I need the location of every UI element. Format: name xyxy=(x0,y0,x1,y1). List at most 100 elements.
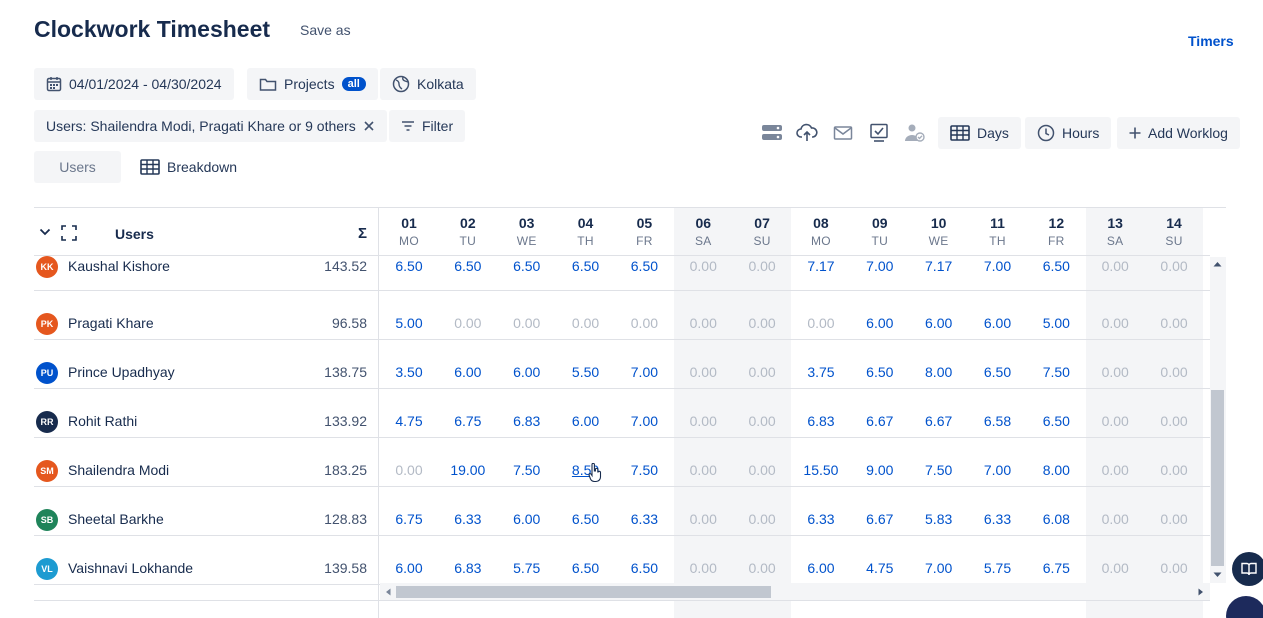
expand-fullscreen-icon[interactable] xyxy=(61,225,77,241)
scroll-left-arrow-icon[interactable] xyxy=(385,588,391,596)
hours-cell[interactable]: 0.00 xyxy=(439,315,497,331)
hours-cell[interactable]: 7.17 xyxy=(792,258,850,274)
hours-cell[interactable]: 5.75 xyxy=(969,560,1027,576)
hours-cell[interactable]: 4.75 xyxy=(851,560,909,576)
hours-cell[interactable]: 0.00 xyxy=(1086,511,1144,527)
user-name[interactable]: Pragati Khare xyxy=(68,315,154,331)
hours-cell[interactable]: 6.00 xyxy=(498,511,556,527)
hours-cell[interactable]: 3.75 xyxy=(792,364,850,380)
hours-cell[interactable]: 6.50 xyxy=(969,364,1027,380)
email-button[interactable] xyxy=(827,117,859,149)
hours-cell[interactable]: 6.50 xyxy=(557,258,615,274)
vertical-scrollbar-thumb[interactable] xyxy=(1211,390,1224,566)
date-range-picker[interactable]: 04/01/2024 - 04/30/2024 xyxy=(34,68,234,100)
hours-cell[interactable]: 6.08 xyxy=(1027,511,1085,527)
hours-cell[interactable]: 0.00 xyxy=(674,413,732,429)
hours-cell[interactable]: 0.00 xyxy=(733,560,791,576)
scroll-down-arrow-icon[interactable] xyxy=(1213,572,1222,578)
hours-cell[interactable]: 5.00 xyxy=(380,315,438,331)
hours-cell[interactable]: 15.50 xyxy=(792,462,850,478)
hours-cell[interactable]: 6.67 xyxy=(851,413,909,429)
hours-cell[interactable]: 7.50 xyxy=(1027,364,1085,380)
hours-cell[interactable]: 6.33 xyxy=(615,511,673,527)
hours-cell[interactable]: 6.00 xyxy=(439,364,497,380)
hours-cell[interactable]: 0.00 xyxy=(557,315,615,331)
hours-cell[interactable]: 8.50 xyxy=(557,462,615,478)
hours-cell[interactable]: 0.00 xyxy=(1145,258,1203,274)
group-by-users-tab[interactable]: Users xyxy=(34,151,121,183)
hours-cell[interactable]: 7.00 xyxy=(969,258,1027,274)
report-button[interactable] xyxy=(863,117,895,149)
hours-cell[interactable]: 7.50 xyxy=(498,462,556,478)
hours-cell[interactable]: 0.00 xyxy=(1145,413,1203,429)
hours-cell[interactable]: 6.33 xyxy=(439,511,497,527)
days-button[interactable]: Days xyxy=(938,117,1021,149)
hours-cell[interactable]: 0.00 xyxy=(674,315,732,331)
hours-cell[interactable]: 7.00 xyxy=(851,258,909,274)
hours-cell[interactable]: 6.50 xyxy=(615,560,673,576)
hours-cell[interactable]: 0.00 xyxy=(498,315,556,331)
hours-cell[interactable]: 0.00 xyxy=(733,258,791,274)
projects-button[interactable]: Projects all xyxy=(247,68,378,100)
hours-cell[interactable]: 4.75 xyxy=(380,413,438,429)
hours-cell[interactable]: 8.00 xyxy=(910,364,968,380)
scroll-up-arrow-icon[interactable] xyxy=(1213,261,1222,267)
hours-cell[interactable]: 7.50 xyxy=(910,462,968,478)
user-name[interactable]: Rohit Rathi xyxy=(68,413,137,429)
users-column-header[interactable]: Users xyxy=(115,226,154,242)
user-name[interactable]: Sheetal Barkhe xyxy=(68,511,164,527)
hours-cell[interactable]: 6.50 xyxy=(1027,413,1085,429)
save-as-button[interactable]: Save as xyxy=(300,22,351,38)
hours-cell[interactable]: 0.00 xyxy=(674,462,732,478)
hours-cell[interactable]: 7.17 xyxy=(910,258,968,274)
timers-link[interactable]: Timers xyxy=(1188,33,1234,49)
hours-cell[interactable]: 7.00 xyxy=(910,560,968,576)
user-name[interactable]: Kaushal Kishore xyxy=(68,258,170,274)
hours-cell[interactable]: 0.00 xyxy=(1086,315,1144,331)
hours-cell[interactable]: 6.50 xyxy=(615,258,673,274)
hours-cell[interactable]: 6.00 xyxy=(498,364,556,380)
hours-cell[interactable]: 5.50 xyxy=(557,364,615,380)
hours-cell[interactable]: 6.50 xyxy=(439,258,497,274)
toggle-rows-button[interactable] xyxy=(756,117,788,149)
hours-cell[interactable]: 6.83 xyxy=(792,413,850,429)
hours-cell[interactable]: 0.00 xyxy=(1086,462,1144,478)
hours-cell[interactable]: 0.00 xyxy=(1086,413,1144,429)
hours-cell[interactable]: 3.50 xyxy=(380,364,438,380)
hours-cell[interactable]: 0.00 xyxy=(1145,364,1203,380)
hours-cell[interactable]: 6.83 xyxy=(498,413,556,429)
hours-cell[interactable]: 7.50 xyxy=(615,462,673,478)
timezone-button[interactable]: Kolkata xyxy=(380,68,476,100)
horizontal-scrollbar-thumb[interactable] xyxy=(396,586,771,598)
hours-cell[interactable]: 0.00 xyxy=(733,511,791,527)
hours-cell[interactable]: 6.00 xyxy=(792,560,850,576)
user-name[interactable]: Shailendra Modi xyxy=(68,462,169,478)
hours-cell[interactable]: 6.75 xyxy=(439,413,497,429)
help-widget-button[interactable] xyxy=(1232,552,1263,586)
filter-button[interactable]: Filter xyxy=(389,110,466,142)
hours-cell[interactable]: 0.00 xyxy=(1086,560,1144,576)
hours-cell[interactable]: 0.00 xyxy=(380,462,438,478)
hours-cell[interactable]: 6.00 xyxy=(969,315,1027,331)
hours-cell[interactable]: 0.00 xyxy=(615,315,673,331)
hours-cell[interactable]: 7.00 xyxy=(969,462,1027,478)
hours-cell[interactable]: 5.83 xyxy=(910,511,968,527)
hours-cell[interactable]: 6.83 xyxy=(439,560,497,576)
hours-cell[interactable]: 0.00 xyxy=(733,413,791,429)
hours-cell[interactable]: 6.75 xyxy=(380,511,438,527)
hours-cell[interactable]: 0.00 xyxy=(733,315,791,331)
hours-cell[interactable]: 6.67 xyxy=(851,511,909,527)
hours-cell[interactable]: 6.67 xyxy=(910,413,968,429)
hours-cell[interactable]: 0.00 xyxy=(733,462,791,478)
collapse-chevron-icon[interactable] xyxy=(39,227,51,237)
hours-cell[interactable]: 0.00 xyxy=(1145,511,1203,527)
hours-cell[interactable]: 6.00 xyxy=(851,315,909,331)
hours-cell[interactable]: 6.50 xyxy=(1027,258,1085,274)
hours-cell[interactable]: 5.75 xyxy=(498,560,556,576)
hours-cell[interactable]: 0.00 xyxy=(1145,560,1203,576)
hours-cell[interactable]: 6.33 xyxy=(969,511,1027,527)
hours-cell[interactable]: 6.50 xyxy=(557,511,615,527)
hours-cell[interactable]: 0.00 xyxy=(1086,258,1144,274)
hours-cell[interactable]: 6.58 xyxy=(969,413,1027,429)
scroll-right-arrow-icon[interactable] xyxy=(1198,588,1204,596)
